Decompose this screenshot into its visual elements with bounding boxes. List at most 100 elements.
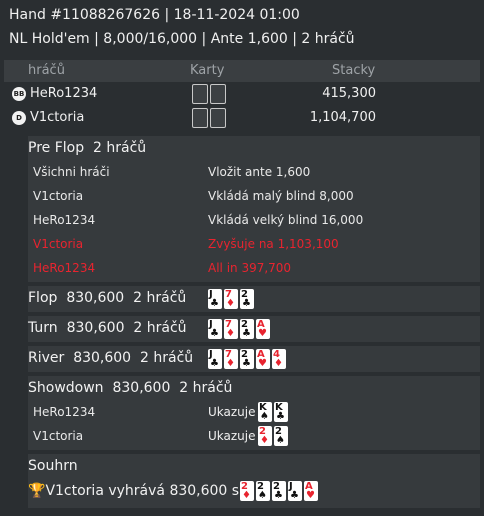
action-text: Vkládá malý blind 8,000 xyxy=(208,189,354,203)
shows-label: Ukazuje xyxy=(208,429,256,443)
showdown-title: Showdown 830,600 2 hráčů xyxy=(28,380,232,396)
card-suit-icon: ♥ xyxy=(306,490,315,501)
hand-id-datetime: Hand #11088267626 | 18-11-2024 01:00 xyxy=(9,7,300,23)
playing-card: A ♥ xyxy=(256,349,270,369)
card-suit-icon: ♦ xyxy=(226,298,235,309)
playing-card: 2 ♦ xyxy=(240,481,254,501)
card-back-icon xyxy=(210,84,226,104)
card-back-icon xyxy=(192,108,208,128)
playing-card: 4 ♦ xyxy=(272,349,286,369)
playing-card: J ♣ xyxy=(208,349,222,369)
playing-card: 2 ♦ xyxy=(258,426,272,446)
action-text: All in 397,700 xyxy=(208,261,292,275)
card-suit-icon: ♠ xyxy=(276,435,285,446)
playing-card: 2 ♣ xyxy=(272,481,286,501)
card-suit-icon: ♣ xyxy=(210,298,219,309)
turn-label: Turn xyxy=(28,320,58,336)
player-name: V1ctoria xyxy=(30,110,85,125)
river-title: River 830,600 2 hráčů xyxy=(28,350,193,366)
showdown-player: HeRo1234 xyxy=(33,405,96,419)
showdown-pot: 830,600 xyxy=(112,380,171,396)
player-row: BB HeRo1234 415,300 xyxy=(4,82,480,106)
river-label: River xyxy=(28,350,65,366)
action-text: Vkládá velký blind 16,000 xyxy=(208,213,364,227)
flop-label: Flop xyxy=(28,290,58,306)
showdown-label: Showdown xyxy=(28,380,104,396)
turn-count: 2 hráčů xyxy=(133,320,187,336)
players-table-header xyxy=(4,60,480,82)
playing-card: 7 ♦ xyxy=(224,289,238,309)
hand-header: Hand #11088267626 | 18-11-2024 01:00 NL … xyxy=(0,0,484,58)
action-player: V1ctoria xyxy=(33,237,84,251)
col-players: hráčů xyxy=(28,63,65,78)
playing-card: J ♣ xyxy=(208,319,222,339)
card-suit-icon: ♦ xyxy=(242,490,251,501)
card-suit-icon: ♣ xyxy=(210,328,219,339)
turn-title: Turn 830,600 2 hráčů xyxy=(28,320,187,336)
flop-title: Flop 830,600 2 hráčů xyxy=(28,290,186,306)
col-cards: Karty xyxy=(190,63,225,78)
playing-card: 2 ♣ xyxy=(240,289,254,309)
flop-cards: J ♣ 7 ♦ 2 ♣ xyxy=(208,289,256,309)
card-suit-icon: ♣ xyxy=(290,490,299,501)
card-suit-icon: ♣ xyxy=(210,358,219,369)
river-cards: J ♣ 7 ♦ 2 ♣ A ♥ 4 ♦ xyxy=(208,349,288,369)
card-suit-icon: ♣ xyxy=(242,328,251,339)
action-player: HeRo1234 xyxy=(33,213,96,227)
player-stack: 415,300 xyxy=(322,86,376,101)
card-suit-icon: ♥ xyxy=(258,358,267,369)
action-player: V1ctoria xyxy=(33,189,84,203)
playing-card: A ♥ xyxy=(256,319,270,339)
card-back-icon xyxy=(210,108,226,128)
summary-title: Souhrn xyxy=(28,458,78,474)
flop-pot: 830,600 xyxy=(66,290,125,306)
card-suit-icon: ♥ xyxy=(258,328,267,339)
winner-line: 🏆V1ctoria vyhrává 830,600 s xyxy=(28,483,239,499)
hidden-cards xyxy=(192,84,228,104)
card-suit-icon: ♦ xyxy=(260,435,269,446)
turn-cards: J ♣ 7 ♦ 2 ♣ A ♥ xyxy=(208,319,272,339)
playing-card: A ♥ xyxy=(304,481,318,501)
trophy-icon: 🏆 xyxy=(28,483,46,499)
card-back-icon xyxy=(192,84,208,104)
playing-card: J ♣ xyxy=(208,289,222,309)
winning-hand-cards: 2 ♦ 2 ♠ 2 ♣ J ♣ A ♥ xyxy=(240,481,320,501)
card-suit-icon: ♦ xyxy=(226,328,235,339)
playing-card: 2 ♠ xyxy=(274,426,288,446)
hidden-cards xyxy=(192,108,228,128)
showdown-count: 2 hráčů xyxy=(179,380,233,396)
player-stack: 1,104,700 xyxy=(309,110,376,125)
game-info: NL Hold'em | 8,000/16,000 | Ante 1,600 |… xyxy=(9,31,355,47)
dealer-badge-icon: D xyxy=(12,111,26,125)
player-row: D V1ctoria 1,104,700 xyxy=(4,106,480,130)
action-player: HeRo1234 xyxy=(33,261,96,275)
playing-card: 2 ♠ xyxy=(256,481,270,501)
turn-pot: 830,600 xyxy=(66,320,125,336)
card-suit-icon: ♦ xyxy=(274,358,283,369)
preflop-label: Pre Flop xyxy=(28,140,85,156)
card-suit-icon: ♠ xyxy=(258,490,267,501)
preflop-title: Pre Flop 2 hráčů xyxy=(28,140,146,156)
shows-label: Ukazuje xyxy=(208,405,256,419)
card-suit-icon: ♦ xyxy=(226,358,235,369)
playing-card: 2 ♣ xyxy=(240,349,254,369)
playing-card: K ♠ xyxy=(258,402,272,422)
action-player: Všichni hráči xyxy=(33,165,110,179)
river-pot: 830,600 xyxy=(73,350,132,366)
bb-badge-icon: BB xyxy=(12,87,26,101)
flop-count: 2 hráčů xyxy=(133,290,187,306)
playing-card: 7 ♦ xyxy=(224,349,238,369)
winner-text: V1ctoria vyhrává 830,600 s xyxy=(45,483,240,499)
player-name: HeRo1234 xyxy=(30,86,98,101)
showdown-cards: K ♠ K ♣ xyxy=(258,402,290,422)
preflop-count: 2 hráčů xyxy=(93,140,147,156)
card-suit-icon: ♠ xyxy=(260,411,269,422)
card-suit-icon: ♣ xyxy=(242,298,251,309)
river-count: 2 hráčů xyxy=(140,350,194,366)
playing-card: J ♣ xyxy=(288,481,302,501)
showdown-player: V1ctoria xyxy=(33,429,84,443)
card-suit-icon: ♣ xyxy=(242,358,251,369)
action-text: Zvyšuje na 1,103,100 xyxy=(208,237,339,251)
card-suit-icon: ♣ xyxy=(274,490,283,501)
card-suit-icon: ♣ xyxy=(276,411,285,422)
